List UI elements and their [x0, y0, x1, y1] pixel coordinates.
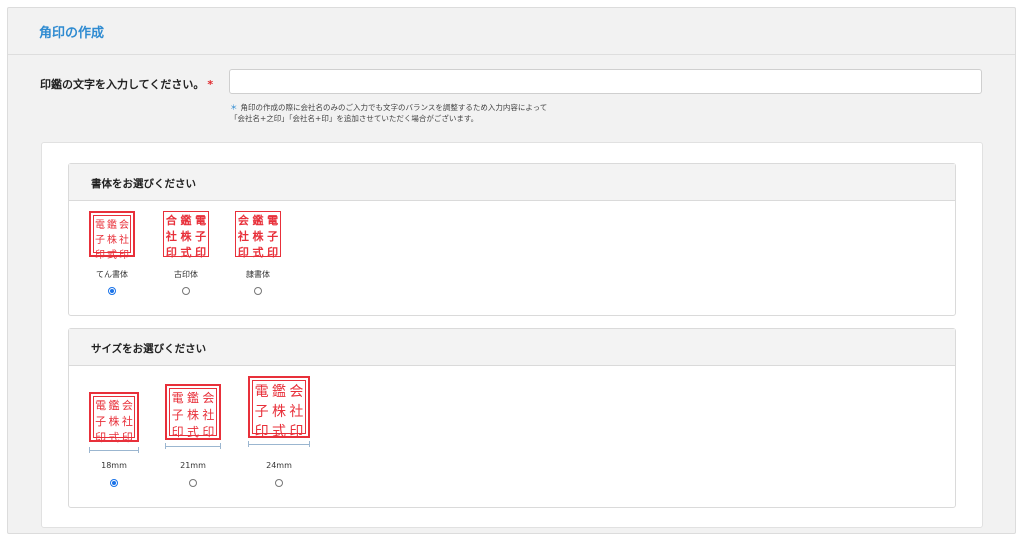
seal-glyph: 合 [165, 214, 177, 227]
koin-seal-image[interactable]: 合 鑑 電 社 株 子 印 式 印 [163, 211, 209, 259]
seal-glyph: 鑑 [252, 214, 264, 227]
size-option-label-24mm: 24mm [266, 461, 292, 470]
size-title: サイズをお選びください [69, 329, 955, 366]
seal-glyph: 印 [95, 431, 107, 444]
seal-glyph: 株 [180, 230, 192, 243]
seal-glyph: 印 [237, 246, 249, 259]
seal-glyph: 株 [186, 408, 199, 422]
font-option-label-tensho: てん書体 [96, 270, 128, 279]
seal-glyph: 会 [237, 214, 249, 227]
dimension-line [89, 447, 139, 453]
seal-glyph: 会 [289, 384, 304, 400]
seal-glyph: 子 [195, 230, 207, 243]
seal-glyph: 子 [95, 235, 105, 246]
note-line-2: 「会社名+之印」「会社名+印」を追加させていただく場合がございます。 [230, 114, 479, 123]
font-radio-tensho[interactable] [108, 287, 116, 295]
reisho-seal-image[interactable]: 会 鑑 電 社 株 子 印 式 印 [235, 211, 281, 259]
size-option-label-18mm: 18mm [101, 461, 127, 470]
seal-creation-panel: 角印の作成 印鑑の文字を入力してください。 * ＊角印の作成の際に会社名のみのご入… [7, 7, 1016, 534]
seal-glyph: 鑑 [180, 214, 192, 227]
seal-21mm-image[interactable]: 電 鑑 会 子 株 社 印 式 印 [165, 384, 221, 440]
seal-glyph: 鑑 [186, 391, 199, 405]
font-option-label-reisho: 隷書体 [246, 270, 270, 279]
seal-glyph: 式 [108, 431, 120, 444]
font-style-box: 書体をお選びください 電 鑑 会 子 株 社 印 式 印 てん書体 合 鑑 電 … [68, 163, 956, 316]
seal-glyph: 印 [254, 424, 269, 440]
seal-text-label: 印鑑の文字を入力してください。 * [40, 76, 213, 92]
seal-glyph: 式 [271, 424, 286, 440]
seal-glyph: 電 [267, 214, 279, 227]
seal-glyph: 株 [252, 230, 264, 243]
panel-title: 角印の作成 [8, 8, 1015, 55]
seal-glyph: 社 [237, 230, 249, 243]
seal-glyph: 印 [202, 425, 215, 439]
seal-glyph: 印 [267, 246, 279, 259]
seal-glyph: 印 [289, 424, 304, 440]
dimension-line [248, 441, 310, 447]
seal-text-label-text: 印鑑の文字を入力してください。 [40, 78, 205, 91]
size-radio-24mm[interactable] [275, 479, 283, 487]
seal-glyph: 子 [254, 404, 269, 420]
seal-glyph: 印 [119, 250, 129, 261]
seal-glyph: 会 [121, 399, 133, 412]
seal-glyph: 子 [95, 415, 107, 428]
seal-18mm-image[interactable]: 電 鑑 会 子 株 社 印 式 印 [89, 392, 139, 444]
dimension-line [165, 443, 221, 449]
seal-glyph: 印 [195, 246, 207, 259]
size-box: サイズをお選びください 電 鑑 会 子 株 社 印 式 印 18mm 電 鑑 会… [68, 328, 956, 508]
seal-glyph: 印 [165, 246, 177, 259]
seal-glyph: 社 [121, 415, 133, 428]
seal-glyph: 印 [171, 425, 184, 439]
seal-glyph: 株 [271, 404, 286, 420]
seal-glyph: 鑑 [107, 220, 117, 231]
note-line-1: 角印の作成の際に会社名のみのご入力でも文字のバランスを調整するため入力内容によっ… [240, 103, 548, 112]
seal-text-input[interactable] [229, 69, 982, 94]
font-radio-reisho[interactable] [254, 287, 262, 295]
seal-glyph: 鑑 [271, 384, 286, 400]
seal-glyph: 電 [254, 384, 269, 400]
seal-glyph: 鑑 [108, 399, 120, 412]
seal-glyph: 社 [119, 235, 129, 246]
seal-glyph: 式 [186, 425, 199, 439]
seal-24mm-image[interactable]: 電 鑑 会 子 株 社 印 式 印 [248, 376, 310, 440]
seal-glyph: 会 [119, 220, 129, 231]
seal-glyph: 子 [171, 408, 184, 422]
font-style-title: 書体をお選びください [69, 164, 955, 201]
required-mark: * [207, 78, 214, 91]
seal-glyph: 電 [95, 399, 107, 412]
font-radio-koin[interactable] [182, 287, 190, 295]
options-area: 書体をお選びください 電 鑑 会 子 株 社 印 式 印 てん書体 合 鑑 電 … [41, 142, 983, 528]
input-note: ＊角印の作成の際に会社名のみのご入力でも文字のバランスを調整するため入力内容によ… [230, 102, 547, 124]
size-radio-18mm[interactable] [110, 479, 118, 487]
seal-glyph: 株 [108, 415, 120, 428]
size-radio-21mm[interactable] [189, 479, 197, 487]
seal-glyph: 社 [165, 230, 177, 243]
seal-glyph: 会 [202, 391, 215, 405]
seal-glyph: 電 [171, 391, 184, 405]
seal-glyph: 印 [121, 431, 133, 444]
seal-glyph: 電 [195, 214, 207, 227]
seal-glyph: 子 [267, 230, 279, 243]
seal-glyph: 社 [289, 404, 304, 420]
size-option-label-21mm: 21mm [180, 461, 206, 470]
seal-glyph: 電 [95, 220, 105, 231]
seal-glyph: 式 [180, 246, 192, 259]
seal-glyph: 式 [252, 246, 264, 259]
seal-glyph: 式 [107, 250, 117, 261]
seal-glyph: 株 [107, 235, 117, 246]
seal-glyph: 社 [202, 408, 215, 422]
tensho-seal-image[interactable]: 電 鑑 会 子 株 社 印 式 印 [89, 211, 135, 261]
note-mark: ＊ [230, 103, 238, 112]
seal-glyph: 印 [95, 250, 105, 261]
font-option-label-koin: 古印体 [174, 270, 198, 279]
